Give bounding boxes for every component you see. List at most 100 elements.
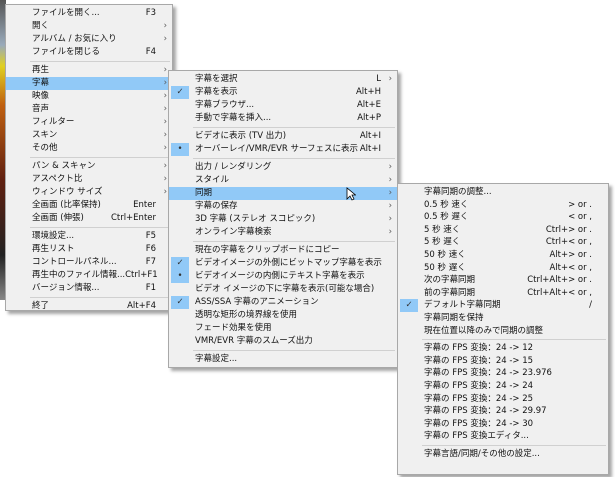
menu-item[interactable]: スキン › — [6, 129, 172, 142]
menu-item[interactable]: 現在位置以降のみで同期の調整 — [398, 325, 608, 338]
menu-item[interactable]: 終了 Alt+F4 — [6, 300, 172, 313]
menu-item[interactable]: 字幕同期の調整... — [398, 186, 608, 199]
chevron-right-icon: › — [388, 201, 392, 211]
menu-item[interactable]: VMR/EVR 字幕のスムーズ出力 — [169, 335, 397, 348]
menu-item[interactable]: 再生中のファイル情報... Ctrl+F1 — [6, 269, 172, 282]
menu-item-label: 5 秒 遅く — [424, 237, 461, 248]
chevron-right-icon: › — [163, 117, 167, 127]
menu-item[interactable]: 字幕ブラウザ... Alt+E — [169, 99, 397, 112]
menu-item[interactable]: 字幕同期を保持 — [398, 312, 608, 325]
menu-item[interactable]: 5 秒 速く Ctrl+> or . — [398, 224, 608, 237]
menu-item-shortcut: Alt+F4 — [127, 301, 156, 311]
menu-item[interactable]: ✓ ビデオイメージの外側にビットマップ字幕を表示 — [169, 257, 397, 270]
menu-separator — [193, 350, 395, 351]
menu-item-label: オーバーレイ/VMR/EVR サーフェスに表示 — [195, 144, 358, 154]
menu-item-label: 字幕の保存 — [195, 201, 238, 211]
menu-item-label: 字幕の FPS 変換：24 -> 29.97 — [424, 406, 547, 417]
menu-item[interactable]: 字幕の FPS 変換：24 -> 15 — [398, 355, 608, 368]
chevron-right-icon: › — [163, 78, 167, 88]
menu-item[interactable]: ビデオ イメージの下に字幕を表示(可能な場合) — [169, 283, 397, 296]
menu-item-label: デフォルト字幕同期 — [424, 300, 501, 311]
menu-item[interactable]: • ビデオイメージの内側にテキスト字幕を表示 — [169, 270, 397, 283]
menu-item[interactable]: 全画面 (比率保持) Enter — [6, 199, 172, 212]
menu-item[interactable]: 字幕を選択 L › — [169, 73, 397, 86]
menu-item[interactable]: 字幕の FPS 変換：24 -> 24 — [398, 380, 608, 393]
menu-item[interactable]: ファイルを閉じる F4 — [6, 46, 172, 59]
menu-item-label: 映像 — [32, 91, 50, 101]
chevron-right-icon: › — [388, 188, 392, 198]
menu-item[interactable]: 字幕 › — [6, 77, 172, 90]
menu-item[interactable]: 字幕の保存 › — [169, 200, 397, 213]
menu-item[interactable]: 0.5 秒 速く > or . — [398, 199, 608, 212]
menu-item[interactable]: コントロールパネル... F7 — [6, 256, 172, 269]
menu-separator — [193, 127, 395, 128]
menu-item[interactable]: ✓ ASS/SSA 字幕のアニメーション — [169, 296, 397, 309]
menu-item[interactable]: 50 秒 速く Alt+> or . — [398, 249, 608, 262]
menu-item[interactable]: 開く › — [6, 20, 172, 33]
menu-item[interactable]: その他 › — [6, 142, 172, 155]
subtitle-submenu: 字幕を選択 L › ✓ 字幕を表示 Alt+H 字幕ブラウザ... Alt+E 手動で字幕を挿入… — [168, 70, 398, 368]
menu-item[interactable]: 手動で字幕を挿入... Alt+P — [169, 112, 397, 125]
menu-item[interactable]: 再生リスト F6 — [6, 243, 172, 256]
menu-item[interactable]: ビデオに表示 (TV 出力) Alt+I — [169, 130, 397, 143]
menu-item[interactable]: 0.5 秒 遅く < or , — [398, 211, 608, 224]
menu-item-shortcut: Alt+< or , — [549, 262, 592, 273]
menu-item-label: 字幕の FPS 変換：24 -> 30 — [424, 418, 534, 429]
menu-item[interactable]: アスペクト比 › — [6, 173, 172, 186]
menu-item[interactable]: 字幕の FPS 変換：24 -> 23.976 — [398, 367, 608, 380]
menu-item[interactable]: 次の字幕同期 Ctrl+Alt+> or . — [398, 274, 608, 287]
menu-item[interactable]: ウィンドウ サイズ › — [6, 186, 172, 199]
chevron-right-icon: › — [163, 187, 167, 197]
mouse-cursor-icon — [346, 187, 356, 201]
menu-item[interactable]: 現在の字幕をクリップボードにコピー — [169, 244, 397, 257]
menu-item[interactable]: 字幕設定... — [169, 353, 397, 366]
menu-item-label: 再生リスト — [32, 244, 75, 254]
menu-item[interactable]: 字幕言語/同期/その他の設定... — [398, 448, 608, 461]
chevron-right-icon: › — [163, 21, 167, 31]
menu-item[interactable]: 5 秒 遅く Ctrl+< or , — [398, 236, 608, 249]
menu-item-shortcut: Ctrl+Alt+> or . — [527, 275, 592, 286]
menu-item[interactable]: 3D 字幕 (ステレオ スコピック) › — [169, 213, 397, 226]
menu-item-label: アルバム / お気に入り — [32, 34, 117, 44]
menu-item[interactable]: ✓ 字幕を表示 Alt+H — [169, 86, 397, 99]
menu-item[interactable]: フィルター › — [6, 116, 172, 129]
menu-item-label: 出力 / レンダリング — [195, 162, 272, 172]
menu-item[interactable]: 映像 › — [6, 90, 172, 103]
menu-separator — [422, 339, 606, 341]
menu-separator — [193, 158, 395, 159]
menu-item[interactable]: 字幕の FPS 変換：24 -> 25 — [398, 393, 608, 406]
menu-item[interactable]: • オーバーレイ/VMR/EVR サーフェスに表示 Alt+I — [169, 143, 397, 156]
menu-item-label: その他 — [32, 143, 58, 153]
menu-item[interactable]: 音声 › — [6, 103, 172, 116]
menu-item[interactable]: アルバム / お気に入り › — [6, 33, 172, 46]
menu-item[interactable]: オンライン字幕検索 › — [169, 226, 397, 239]
menu-item[interactable]: フェード効果を使用 — [169, 322, 397, 335]
menu-item-shortcut: Alt+I — [359, 144, 381, 154]
menu-item[interactable]: 出力 / レンダリング › — [169, 161, 397, 174]
menu-item[interactable]: パン & スキャン › — [6, 160, 172, 173]
menu-item-shortcut: Ctrl+< or , — [545, 237, 592, 248]
menu-item[interactable]: 透明な矩形の境界線を使用 — [169, 309, 397, 322]
menu-item-label: VMR/EVR 字幕のスムーズ出力 — [195, 336, 313, 346]
menu-item[interactable]: 再生 › — [6, 64, 172, 77]
menu-item-label: 字幕言語/同期/その他の設定... — [424, 448, 540, 459]
menu-item[interactable]: ✓ デフォルト字幕同期 / — [398, 299, 608, 312]
menu-item[interactable]: 同期 › — [169, 187, 397, 200]
menu-item[interactable]: 50 秒 遅く Alt+< or , — [398, 262, 608, 275]
menu-item[interactable]: 字幕の FPS 変換：24 -> 12 — [398, 342, 608, 355]
menu-item[interactable]: ファイルを開く... F3 — [6, 7, 172, 20]
menu-item[interactable]: 前の字幕同期 Ctrl+Alt+< or , — [398, 287, 608, 300]
menu-item[interactable]: 全画面 (伸張) Ctrl+Enter — [6, 212, 172, 225]
menu-item[interactable]: 字幕の FPS 変換：24 -> 29.97 — [398, 405, 608, 418]
menu-item-label: 手動で字幕を挿入... — [195, 113, 272, 123]
chevron-right-icon: › — [163, 161, 167, 171]
menu-item[interactable]: 字幕の FPS 変換：24 -> 30 — [398, 418, 608, 431]
chevron-right-icon: › — [163, 91, 167, 101]
menu-item[interactable]: スタイル › — [169, 174, 397, 187]
menu-item[interactable]: 環境設定... F5 — [6, 230, 172, 243]
menu-item[interactable]: 字幕の FPS 変換エディタ... — [398, 430, 608, 443]
menu-item-label: 50 秒 遅く — [424, 262, 466, 273]
radio-dot-icon: • — [171, 270, 189, 283]
menu-item-shortcut: F5 — [145, 231, 156, 241]
menu-item[interactable]: バージョン情報... F1 — [6, 282, 172, 295]
